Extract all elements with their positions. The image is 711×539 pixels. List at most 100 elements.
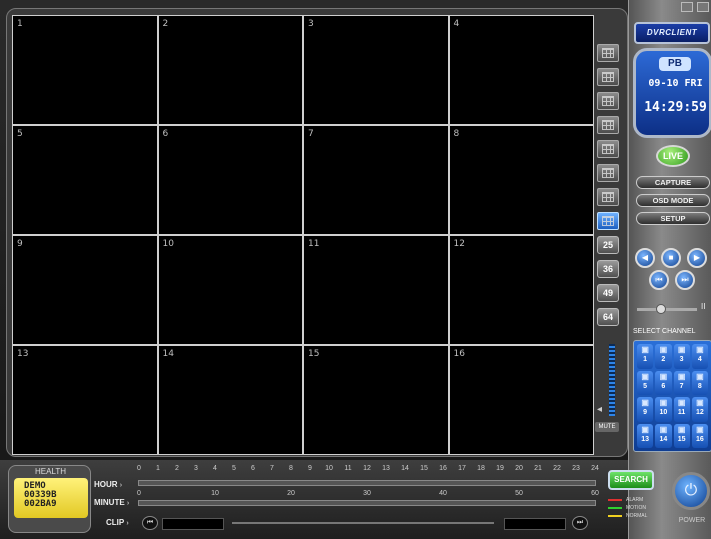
legend-label: NORMAL	[626, 513, 648, 519]
live-button[interactable]: LIVE	[656, 145, 690, 167]
camera-view[interactable]: 1	[13, 16, 157, 124]
camera-view[interactable]: 4	[449, 16, 593, 124]
channel-button[interactable]: ▣ 5	[637, 370, 654, 395]
power-button[interactable]: ⏻	[672, 472, 710, 510]
channel-button[interactable]: ▣ 6	[655, 370, 672, 395]
hour-timeline[interactable]	[138, 480, 596, 486]
camera-number: 3	[308, 19, 314, 29]
clip-end-field[interactable]	[504, 518, 566, 530]
camera-view[interactable]: 6	[158, 126, 302, 234]
camera-view[interactable]: 15	[304, 346, 448, 454]
camera-icon: ▣	[696, 371, 704, 381]
search-button[interactable]: SEARCH	[608, 470, 654, 490]
minimize-button[interactable]	[681, 2, 693, 12]
camera-view[interactable]: 16	[449, 346, 593, 454]
minute-tick: 50	[515, 490, 523, 497]
hour-tick: 5	[232, 465, 236, 472]
camera-view[interactable]: 13	[13, 346, 157, 454]
clip-slider[interactable]	[232, 522, 494, 524]
capture-button[interactable]: CAPTURE	[636, 176, 710, 189]
volume-bar[interactable]	[609, 344, 615, 416]
first-frame-button[interactable]: ⏮	[649, 270, 669, 290]
channel-number: 12	[695, 409, 704, 416]
camera-view[interactable]: 2	[158, 16, 302, 124]
layout-button[interactable]	[597, 68, 619, 86]
camera-view[interactable]: 9	[13, 236, 157, 344]
channel-button[interactable]: ▣ 2	[655, 344, 672, 369]
channel-number: 7	[679, 382, 684, 390]
hour-tick: 7	[270, 465, 274, 472]
select-channel-label: SELECT CHANNEL	[633, 328, 696, 335]
channel-number: 13	[641, 435, 650, 443]
channel-button[interactable]: ▣ 14	[655, 423, 672, 448]
camera-icon: ▣	[641, 345, 649, 354]
hour-tick: 3	[194, 465, 198, 472]
channel-button[interactable]: ▣ 10	[655, 397, 672, 422]
channel-button[interactable]: ▣ 9	[637, 397, 654, 422]
channel-button[interactable]: ▣ 16	[691, 423, 708, 448]
camera-view[interactable]: 10	[158, 236, 302, 344]
layout-grid-icon	[602, 72, 614, 82]
layout-grid-icon	[602, 144, 614, 154]
layout-button[interactable]	[597, 116, 619, 134]
channel-number: 14	[659, 435, 668, 443]
health-line: 002BA9	[24, 499, 57, 509]
hour-tick: 15	[420, 465, 428, 472]
hour-tick: 6	[251, 465, 255, 472]
layout-button[interactable]	[597, 92, 619, 110]
legend-swatch	[608, 514, 622, 517]
layout-grid-icon	[602, 120, 614, 130]
layout-grid-icon	[602, 48, 614, 58]
camera-view[interactable]: 12	[449, 236, 593, 344]
clip-row: ⏮ ⏭	[138, 516, 592, 530]
mute-button[interactable]: MUTE	[595, 422, 619, 432]
camera-view[interactable]: 14	[158, 346, 302, 454]
channel-button[interactable]: ▣ 3	[673, 344, 690, 369]
hour-tick: 4	[213, 465, 217, 472]
camera-view[interactable]: 5	[13, 126, 157, 234]
channel-button[interactable]: ▣ 13	[637, 423, 654, 448]
close-button[interactable]	[697, 2, 709, 12]
hour-tick: 20	[515, 465, 523, 472]
mode-badge: PB	[659, 57, 691, 71]
layout-number-button[interactable]: 36	[597, 260, 619, 278]
osd-mode-button[interactable]: OSD MODE	[636, 194, 710, 207]
layout-number-button[interactable]: 49	[597, 284, 619, 302]
camera-icon: ▣	[659, 345, 668, 354]
channel-button[interactable]: ▣ 8	[691, 370, 708, 395]
channel-button[interactable]: ▣ 11	[673, 397, 690, 422]
clip-start-field[interactable]	[162, 518, 224, 530]
camera-number: 2	[162, 19, 169, 29]
layout-button[interactable]	[597, 188, 619, 206]
camera-number: 11	[308, 239, 320, 249]
speed-slider-knob[interactable]	[656, 304, 666, 314]
speed-slider-track[interactable]	[637, 308, 697, 311]
clip-end-button[interactable]: ⏭	[572, 516, 588, 530]
status-display: PB 09-10 FRI 14:29:59	[633, 48, 711, 138]
channel-button[interactable]: ▣ 4	[691, 344, 708, 369]
camera-view[interactable]: 3	[304, 16, 448, 124]
clip-start-button[interactable]: ⏮	[142, 516, 158, 530]
layout-number-button[interactable]: 25	[597, 236, 619, 254]
last-frame-button[interactable]: ⏭	[675, 270, 695, 290]
camera-view[interactable]: 8	[449, 126, 593, 234]
camera-view[interactable]: 11	[304, 236, 448, 344]
next-button[interactable]: ▶	[687, 248, 707, 268]
layout-number-button[interactable]: 64	[597, 308, 619, 326]
channel-button[interactable]: ▣ 7	[673, 370, 690, 395]
camera-icon: ▣	[659, 371, 668, 381]
camera-view[interactable]: 7	[304, 126, 448, 234]
layout-button[interactable]	[597, 212, 619, 230]
setup-button[interactable]: SETUP	[636, 212, 710, 225]
prev-button[interactable]: ◀	[635, 248, 655, 268]
channel-button[interactable]: ▣ 1	[637, 344, 654, 369]
camera-number: 7	[308, 129, 314, 139]
channel-button[interactable]: ▣ 15	[673, 423, 690, 448]
minute-timeline[interactable]	[138, 500, 596, 506]
layout-button[interactable]	[597, 44, 619, 62]
channel-button[interactable]: ▣ 12	[691, 397, 708, 422]
layout-button[interactable]	[597, 140, 619, 158]
stop-button[interactable]: ■	[661, 248, 681, 268]
layout-button[interactable]	[597, 164, 619, 182]
power-label: POWER	[678, 517, 706, 524]
